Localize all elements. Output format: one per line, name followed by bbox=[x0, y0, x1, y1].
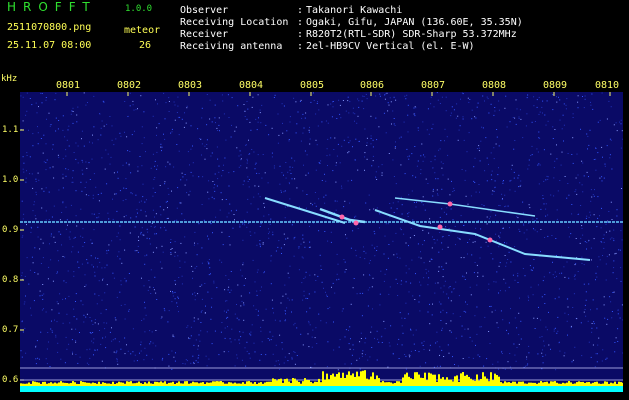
antenna-value: 2el-HB9CV Vertical (el. E-W) bbox=[306, 41, 475, 52]
header-panel: HROFFT 1.0.0 2511070800.png 25.11.07 08:… bbox=[0, 0, 629, 74]
activity-histogram bbox=[20, 370, 623, 386]
x-tick-label: 0803 bbox=[178, 80, 203, 91]
location-sep: : bbox=[297, 17, 304, 28]
app-version: 1.0.0 bbox=[125, 4, 153, 14]
x-tick-label: 0806 bbox=[360, 80, 385, 91]
echo-hotspot bbox=[353, 220, 359, 226]
antenna-label: Receiving antenna bbox=[180, 41, 283, 52]
spectrogram-plot bbox=[20, 92, 623, 392]
echo-hotspot bbox=[437, 224, 443, 230]
antenna-sep: : bbox=[297, 41, 304, 52]
y-tick-label: 0.9 bbox=[2, 225, 19, 235]
baseline-bar bbox=[20, 386, 623, 392]
observer-value: Takanori Kawachi bbox=[306, 5, 403, 16]
x-tick-label: 0810 bbox=[595, 80, 620, 91]
receiver-label: Receiver bbox=[180, 29, 229, 40]
receiver-value: R820T2(RTL-SDR) SDR-Sharp 53.372MHz bbox=[306, 29, 517, 40]
y-tick-label: 0.7 bbox=[2, 325, 19, 335]
x-tick-label: 0809 bbox=[543, 80, 568, 91]
x-tick-label: 0802 bbox=[117, 80, 142, 91]
y-tick-label: 0.6 bbox=[2, 375, 19, 385]
echo-hotspot bbox=[447, 201, 453, 207]
echo-hotspot bbox=[487, 237, 493, 243]
app-title: HROFFT bbox=[7, 0, 97, 14]
datetime: 25.11.07 08:00 bbox=[7, 40, 92, 51]
filename: 2511070800.png bbox=[7, 22, 92, 33]
y-tick-label: 0.8 bbox=[2, 275, 19, 285]
y-tick-label: 1.0 bbox=[2, 175, 19, 185]
meteor-echo bbox=[374, 209, 591, 261]
receiver-sep: : bbox=[297, 29, 304, 40]
meteor-echo bbox=[264, 197, 346, 224]
x-tick-label: 0805 bbox=[300, 80, 325, 91]
noise-layer bbox=[20, 92, 623, 371]
x-tick-label: 0801 bbox=[56, 80, 81, 91]
echo-hotspot bbox=[339, 214, 345, 220]
meteor-count: 26 bbox=[139, 40, 152, 51]
location-label: Receiving Location bbox=[180, 17, 289, 28]
x-tick-label: 0808 bbox=[482, 80, 507, 91]
meteor-label: meteor bbox=[124, 25, 161, 36]
x-tick-label: 0807 bbox=[421, 80, 446, 91]
y-tick-label: 1.1 bbox=[2, 125, 19, 135]
observer-label: Observer bbox=[180, 5, 229, 16]
x-tick-label: 0804 bbox=[239, 80, 264, 91]
y-unit-label: kHz bbox=[1, 74, 18, 84]
location-value: Ogaki, Gifu, JAPAN (136.60E, 35.35N) bbox=[306, 17, 523, 28]
observer-sep: : bbox=[297, 5, 304, 16]
